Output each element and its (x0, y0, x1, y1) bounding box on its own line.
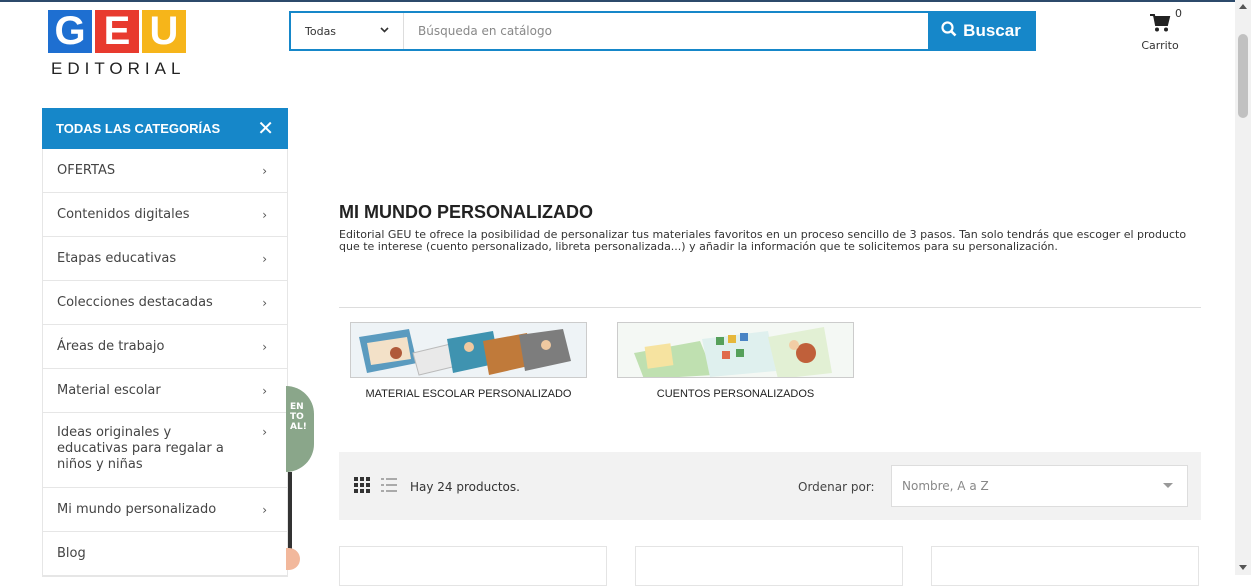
search-button[interactable]: Buscar (928, 13, 1034, 49)
subcategory-label[interactable]: CUENTOS PERSONALIZADOS (617, 388, 854, 400)
subcategory-image[interactable] (617, 322, 854, 378)
sidebar-item-etapas-educativas[interactable]: Etapas educativas › (43, 237, 287, 281)
cart-count: 0 (1175, 7, 1182, 20)
sidebar-item-colecciones-destacadas[interactable]: Colecciones destacadas › (43, 281, 287, 325)
chevron-right-icon: › (262, 295, 267, 310)
chevron-right-icon: › (262, 163, 267, 178)
product-card[interactable] (339, 546, 607, 586)
chevron-right-icon: › (262, 425, 267, 439)
subcategory-label[interactable]: MATERIAL ESCOLAR PERSONALIZADO (350, 388, 587, 400)
cart-label: Carrito (1141, 39, 1179, 52)
sort-select[interactable]: Nombre, A a Z (891, 465, 1188, 507)
list-view-icon[interactable] (380, 476, 398, 498)
scroll-up-arrow-icon[interactable] (1239, 4, 1247, 9)
cart-icon (1149, 13, 1171, 33)
search-icon (941, 20, 957, 42)
search-bar: Todas Buscar (289, 11, 1036, 51)
chevron-right-icon: › (262, 339, 267, 354)
grid-view-icon[interactable] (353, 476, 371, 498)
search-category-select[interactable]: Todas (291, 13, 404, 49)
sidebar-item-ofertas[interactable]: OFERTAS › (43, 149, 287, 193)
promo-flower-decoration (286, 548, 300, 570)
sidebar-item-blog[interactable]: Blog (43, 532, 287, 576)
sidebar-item-label: Contenidos digitales (57, 206, 190, 222)
product-count: Hay 24 productos. (410, 480, 520, 494)
sidebar-item-label: Blog (57, 545, 86, 561)
subcategory-image[interactable] (350, 322, 587, 378)
sidebar-header: TODAS LAS CATEGORÍAS ✕ (42, 108, 288, 149)
chevron-right-icon: › (262, 502, 267, 517)
promo-badge[interactable]: EN TO AL! (286, 386, 314, 472)
sidebar-item-label: Colecciones destacadas (57, 294, 213, 310)
logo-letter-g: G (48, 9, 92, 53)
caret-down-icon (1163, 483, 1173, 488)
top-border (0, 0, 1235, 2)
sidebar-item-label: Mi mundo personalizado (57, 501, 217, 517)
scrollbar-thumb[interactable] (1238, 34, 1248, 118)
sort-label: Ordenar por: (798, 480, 875, 494)
search-input[interactable] (416, 23, 928, 39)
logo-wordmark: EDITORIAL (51, 59, 186, 78)
cart-button[interactable]: 0 Carrito (1130, 7, 1190, 59)
sidebar-item-areas-de-trabajo[interactable]: Áreas de trabajo › (43, 325, 287, 369)
logo-tiles: G E U (48, 9, 193, 53)
page-description: Editorial GEU te ofrece la posibilidad d… (339, 228, 1187, 253)
product-card[interactable] (931, 546, 1199, 586)
search-category-value: Todas (305, 24, 337, 38)
products-toolbar: Hay 24 productos. Ordenar por: Nombre, A… (339, 452, 1201, 520)
subcategory-material-escolar[interactable]: MATERIAL ESCOLAR PERSONALIZADO (350, 322, 587, 400)
search-field (404, 13, 928, 49)
product-card[interactable] (635, 546, 903, 586)
chevron-right-icon: › (262, 207, 267, 222)
sort-value: Nombre, A a Z (902, 479, 989, 493)
sidebar-item-material-escolar[interactable]: Material escolar › (43, 369, 287, 413)
logo-letter-u: U (142, 9, 186, 53)
sidebar-item-label: Etapas educativas (57, 250, 177, 266)
subcategory-cuentos-personalizados[interactable]: CUENTOS PERSONALIZADOS (617, 322, 854, 400)
scrollbar[interactable] (1235, 0, 1251, 575)
sidebar-item-label: OFERTAS (57, 162, 116, 178)
sidebar-item-label: Material escolar (57, 382, 161, 398)
sidebar-list: OFERTAS › Contenidos digitales › Etapas … (42, 149, 288, 577)
chevron-right-icon: › (262, 383, 267, 398)
scroll-down-arrow-icon[interactable] (1239, 565, 1247, 570)
sidebar-title: TODAS LAS CATEGORÍAS (56, 121, 221, 136)
page-title: MI MUNDO PERSONALIZADO (339, 202, 593, 222)
sidebar-item-contenidos-digitales[interactable]: Contenidos digitales › (43, 193, 287, 237)
sidebar-item-ideas-originales[interactable]: Ideas originales y educativas para regal… (43, 413, 287, 488)
category-sidebar: TODAS LAS CATEGORÍAS ✕ OFERTAS › Conteni… (42, 108, 288, 578)
sidebar-item-label: Ideas originales y educativas para regal… (57, 425, 224, 472)
divider (339, 307, 1201, 308)
close-icon[interactable]: ✕ (257, 116, 274, 141)
chevron-down-icon (380, 25, 389, 36)
logo-letter-e: E (95, 9, 139, 53)
search-button-label: Buscar (963, 21, 1021, 40)
chevron-right-icon: › (262, 251, 267, 266)
sidebar-item-mi-mundo-personalizado[interactable]: Mi mundo personalizado › (43, 488, 287, 532)
sidebar-item-label: Áreas de trabajo (57, 338, 165, 354)
promo-decoration (288, 472, 292, 558)
site-logo[interactable]: G E U EDITORIAL (48, 9, 193, 90)
